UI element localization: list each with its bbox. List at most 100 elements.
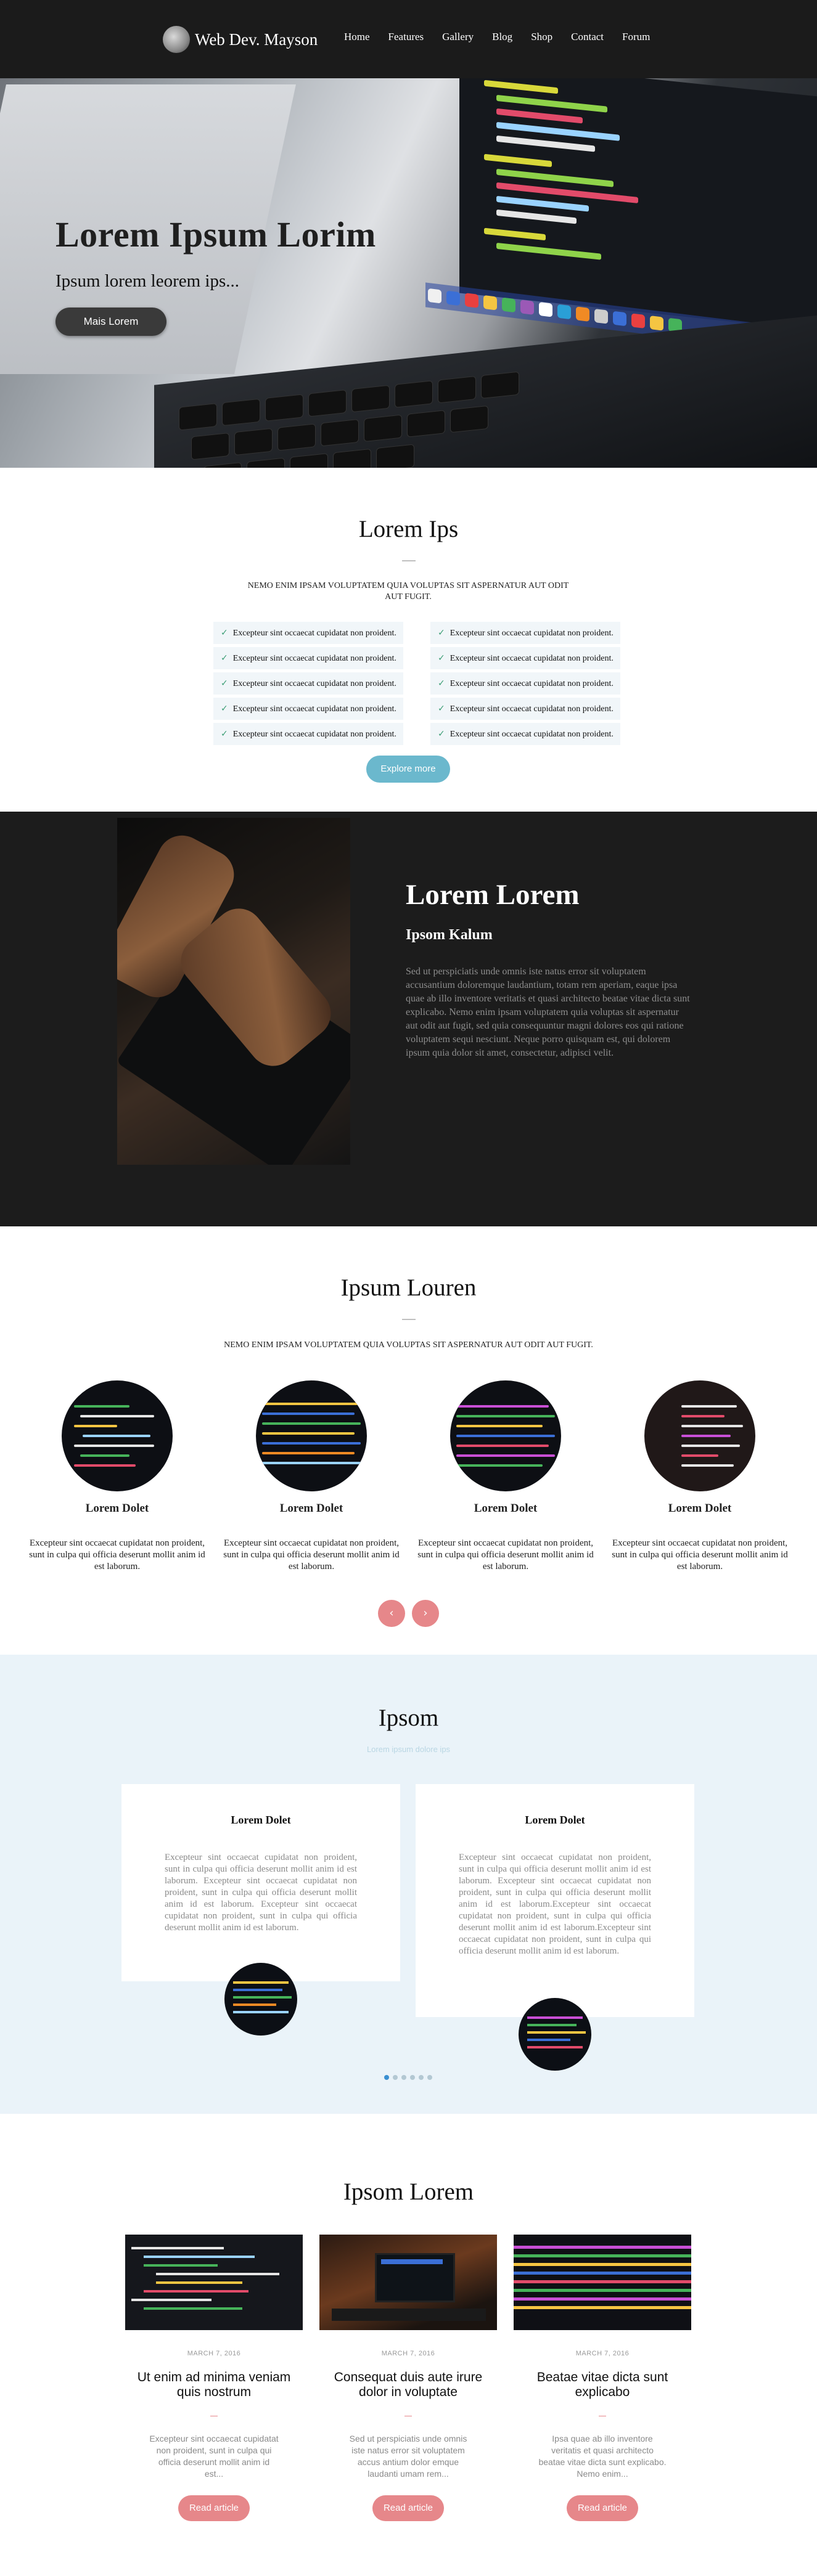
feature-item: ✓ Excepteur sint occaecat cupidatat non p…: [430, 672, 620, 695]
features-section: Lorem Ips NEMO ENIM IPSAM VOLUPTATEM QUI…: [0, 468, 817, 812]
team-member-name: Lorem Dolet: [279, 1502, 343, 1515]
about-title: Lorem Lorem: [406, 879, 580, 911]
nav-item-blog[interactable]: Blog: [492, 30, 512, 44]
pagination-dot[interactable]: [401, 2075, 406, 2080]
testimonial-card: Lorem Dolet Excepteur sint occaecat cupi…: [416, 1784, 694, 2017]
post-excerpt: Sed ut perspiciatis unde omnis iste natu…: [349, 2434, 467, 2479]
feature-item: ✓ Excepteur sint occaecat cupidatat non p…: [213, 622, 403, 644]
check-icon: ✓: [221, 628, 228, 638]
main-menu: Home Features Gallery Blog Shop Contact …: [344, 30, 668, 44]
post-image: [125, 2235, 303, 2330]
check-icon: ✓: [438, 704, 445, 714]
explore-more-button[interactable]: Explore more: [366, 756, 450, 783]
testimonial-text: Excepteur sint occaecat cupidatat non pr…: [459, 1853, 651, 1956]
top-navbar: Web Dev. Mayson Home Features Gallery Bl…: [0, 0, 817, 78]
pagination-dot[interactable]: [427, 2075, 432, 2080]
pagination-dot[interactable]: [419, 2075, 424, 2080]
check-icon: ✓: [438, 628, 445, 638]
code-line: [496, 195, 589, 212]
team-member-text: Excepteur sint occaecat cupidatat non pr…: [417, 1538, 594, 1571]
pagination-dot[interactable]: [384, 2075, 389, 2080]
feature-item: ✓ Excepteur sint occaecat cupidatat non p…: [430, 723, 620, 745]
post-excerpt: Ipsa quae ab illo inventore veritatis et…: [538, 2434, 667, 2479]
feature-item: ✓ Excepteur sint occaecat cupidatat non p…: [430, 698, 620, 720]
nav-item-gallery[interactable]: Gallery: [442, 30, 474, 44]
brand-name: Web Dev. Mayson: [195, 30, 318, 49]
post-date: MARCH 7, 2016: [381, 2350, 435, 2357]
team-member-name: Lorem Dolet: [668, 1502, 732, 1515]
feature-item: ✓ Excepteur sint occaecat cupidatat non p…: [213, 698, 403, 720]
read-article-button[interactable]: Read article: [372, 2495, 444, 2521]
nav-item-contact[interactable]: Contact: [571, 30, 604, 44]
team-photo: [450, 1380, 561, 1491]
post-excerpt: Excepteur sint occaecat cupidatat non pr…: [149, 2434, 279, 2479]
page: Web Dev. Mayson Home Features Gallery Bl…: [0, 0, 817, 2576]
read-article-button[interactable]: Read article: [567, 2495, 638, 2521]
testimonial-pagination: [384, 2075, 432, 2080]
check-icon: ✓: [221, 729, 228, 739]
testimonial-name: Lorem Dolet: [231, 1814, 291, 1826]
section-title: Ipsum Louren: [340, 1274, 477, 1301]
code-line: [484, 153, 552, 168]
post-title[interactable]: Ut enim ad minima veniam quis nostrum: [125, 2370, 303, 2400]
check-icon: ✓: [438, 729, 445, 739]
nav-item-forum[interactable]: Forum: [622, 30, 650, 44]
team-member-name: Lorem Dolet: [474, 1502, 538, 1515]
section-title: Ipsom: [378, 1705, 439, 1731]
team-member-text: Excepteur sint occaecat cupidatat non pr…: [612, 1538, 788, 1571]
read-article-button[interactable]: Read article: [178, 2495, 250, 2521]
hero-subtitle: Ipsum lorem leorem ips...: [55, 271, 240, 291]
feature-item: ✓ Excepteur sint occaecat cupidatat non p…: [213, 672, 403, 695]
nav-item-features[interactable]: Features: [388, 30, 424, 44]
team-photo: [256, 1380, 367, 1491]
about-text: Sed ut perspiciatis unde omnis iste natu…: [406, 966, 690, 1058]
check-icon: ✓: [221, 653, 228, 663]
testimonial-text: Excepteur sint occaecat cupidatat non pr…: [165, 1853, 357, 1933]
post-title[interactable]: Beatae vitae dicta sunt explicabo: [514, 2370, 691, 2400]
check-icon: ✓: [221, 704, 228, 714]
team-section: Ipsum Louren NEMO ENIM IPSAM VOLUPTATEM …: [0, 1226, 817, 1655]
testimonial-avatar: [519, 1998, 591, 2071]
blog-section: Ipsom Lorem MARCH 7, 2016 MARCH 7, 2016 …: [0, 2114, 817, 2576]
hero-banner: Lorem Ipsum Lorim Ipsum lorem leorem ips…: [0, 78, 817, 468]
section-title: Lorem Ips: [358, 516, 459, 542]
hero-cta-button[interactable]: Mais Lorem: [55, 308, 166, 336]
code-line: [496, 135, 595, 152]
feature-item: ✓ Excepteur sint occaecat cupidatat non p…: [430, 622, 620, 644]
post-image: [319, 2235, 497, 2330]
about-subtitle: Ipsom Kalum: [406, 927, 493, 943]
testimonial-card: Lorem Dolet Excepteur sint occaecat cupi…: [121, 1784, 400, 1981]
brand-logo-icon: [163, 26, 190, 53]
nav-item-shop[interactable]: Shop: [531, 30, 552, 44]
hero-keyboard: [154, 314, 817, 468]
pagination-dot[interactable]: [393, 2075, 398, 2080]
carousel-next-button[interactable]: ›: [412, 1600, 439, 1627]
post-title[interactable]: Consequat duis aute irure dolor in volup…: [319, 2370, 497, 2400]
check-icon: ✓: [221, 679, 228, 688]
nav-item-home[interactable]: Home: [344, 30, 370, 44]
code-line: [496, 209, 577, 224]
testimonials-section: Ipsom Lorem ipsum dolore ips Lorem Dolet…: [0, 1655, 817, 2114]
about-section: Lorem Lorem Ipsom Kalum Sed ut perspicia…: [0, 812, 817, 1226]
check-icon: ✓: [438, 679, 445, 688]
section-subtitle: Lorem ipsum dolore ips: [366, 1745, 451, 1754]
code-line: [496, 242, 601, 260]
testimonial-avatar: [224, 1963, 297, 2036]
team-member-text: Excepteur sint occaecat cupidatat non pr…: [223, 1538, 400, 1571]
team-member-name: Lorem Dolet: [85, 1502, 149, 1515]
carousel-prev-button[interactable]: ‹: [378, 1600, 405, 1627]
team-member-text: Excepteur sint occaecat cupidatat non pr…: [29, 1538, 205, 1571]
code-line: [484, 79, 558, 94]
brand[interactable]: Web Dev. Mayson: [163, 25, 318, 54]
section-divider: [402, 560, 416, 561]
team-photo: [644, 1380, 755, 1491]
feature-item: ✓ Excepteur sint occaecat cupidatat non p…: [430, 647, 620, 669]
post-date: MARCH 7, 2016: [575, 2350, 630, 2357]
feature-item: ✓ Excepteur sint occaecat cupidatat non p…: [213, 723, 403, 745]
section-text: NEMO ENIM IPSAM VOLUPTATEM QUIA VOLUPTAS…: [247, 581, 569, 601]
testimonial-name: Lorem Dolet: [525, 1814, 585, 1826]
post-image: [514, 2235, 691, 2330]
pagination-dot[interactable]: [410, 2075, 415, 2080]
team-photo: [62, 1380, 173, 1491]
check-icon: ✓: [438, 653, 445, 663]
